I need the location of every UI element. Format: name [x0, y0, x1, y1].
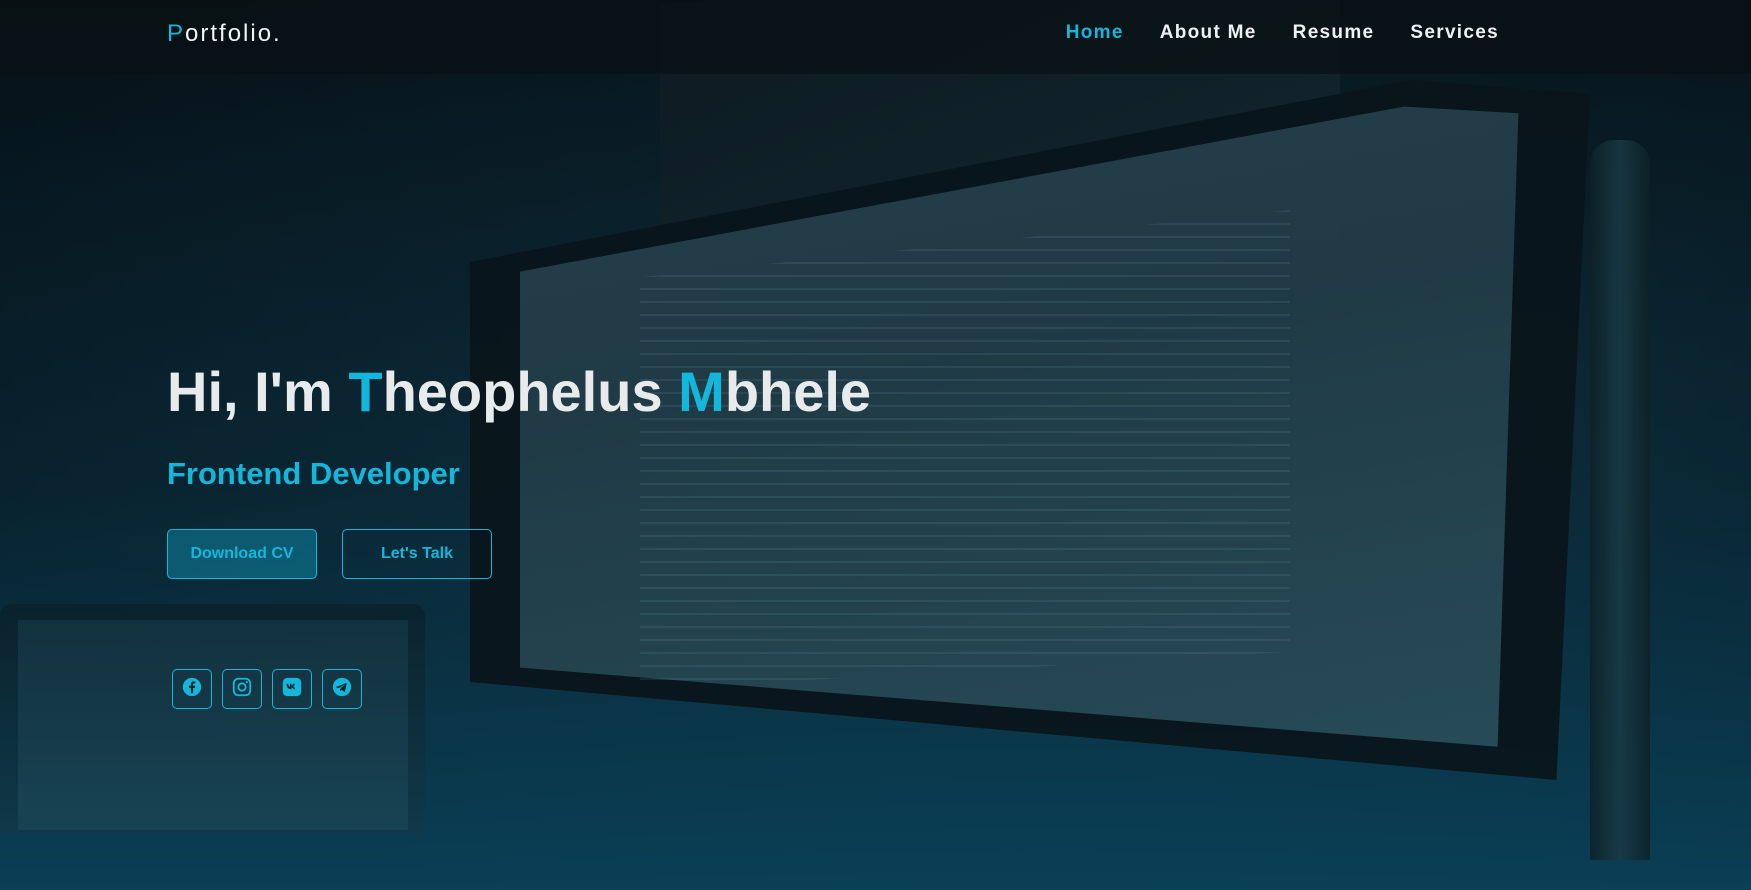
- background-code-editor: [640, 210, 1290, 690]
- nav-link-resume[interactable]: Resume: [1293, 22, 1375, 44]
- first-name-rest: heophelus: [382, 360, 679, 423]
- nav-link-home[interactable]: Home: [1066, 22, 1124, 44]
- instagram-link[interactable]: [222, 669, 262, 709]
- site-logo[interactable]: Portfolio.: [167, 20, 282, 48]
- logo-accent-letter: P: [167, 20, 186, 47]
- last-name-initial: M: [678, 360, 725, 423]
- hero-title: Hi, I'm Theophelus Mbhele: [167, 359, 871, 424]
- hero-subtitle: Frontend Developer: [167, 456, 460, 491]
- nav-link-services[interactable]: Services: [1410, 22, 1499, 44]
- hero-background: [0, 0, 1751, 890]
- main-menu: Home About Me Resume Services: [1066, 22, 1499, 44]
- logo-text: ortfolio.: [185, 20, 282, 47]
- facebook-link[interactable]: [172, 669, 212, 709]
- background-monitor-stand: [1590, 140, 1650, 860]
- vk-link[interactable]: [272, 669, 312, 709]
- instagram-icon: [231, 676, 253, 703]
- top-navbar: Portfolio. Home About Me Resume Services: [0, 0, 1751, 74]
- nav-link-about-me[interactable]: About Me: [1160, 22, 1257, 44]
- lets-talk-button[interactable]: Let's Talk: [342, 529, 492, 579]
- facebook-icon: [181, 676, 203, 703]
- telegram-icon: [331, 676, 353, 703]
- download-cv-button[interactable]: Download CV: [167, 529, 317, 579]
- hero-greeting: Hi, I'm: [167, 360, 349, 423]
- vk-icon: [281, 676, 303, 703]
- first-name-initial: T: [348, 360, 383, 423]
- last-name-rest: bhele: [724, 360, 872, 423]
- telegram-link[interactable]: [322, 669, 362, 709]
- background-laptop-screen: [18, 620, 408, 830]
- social-links: [172, 669, 362, 709]
